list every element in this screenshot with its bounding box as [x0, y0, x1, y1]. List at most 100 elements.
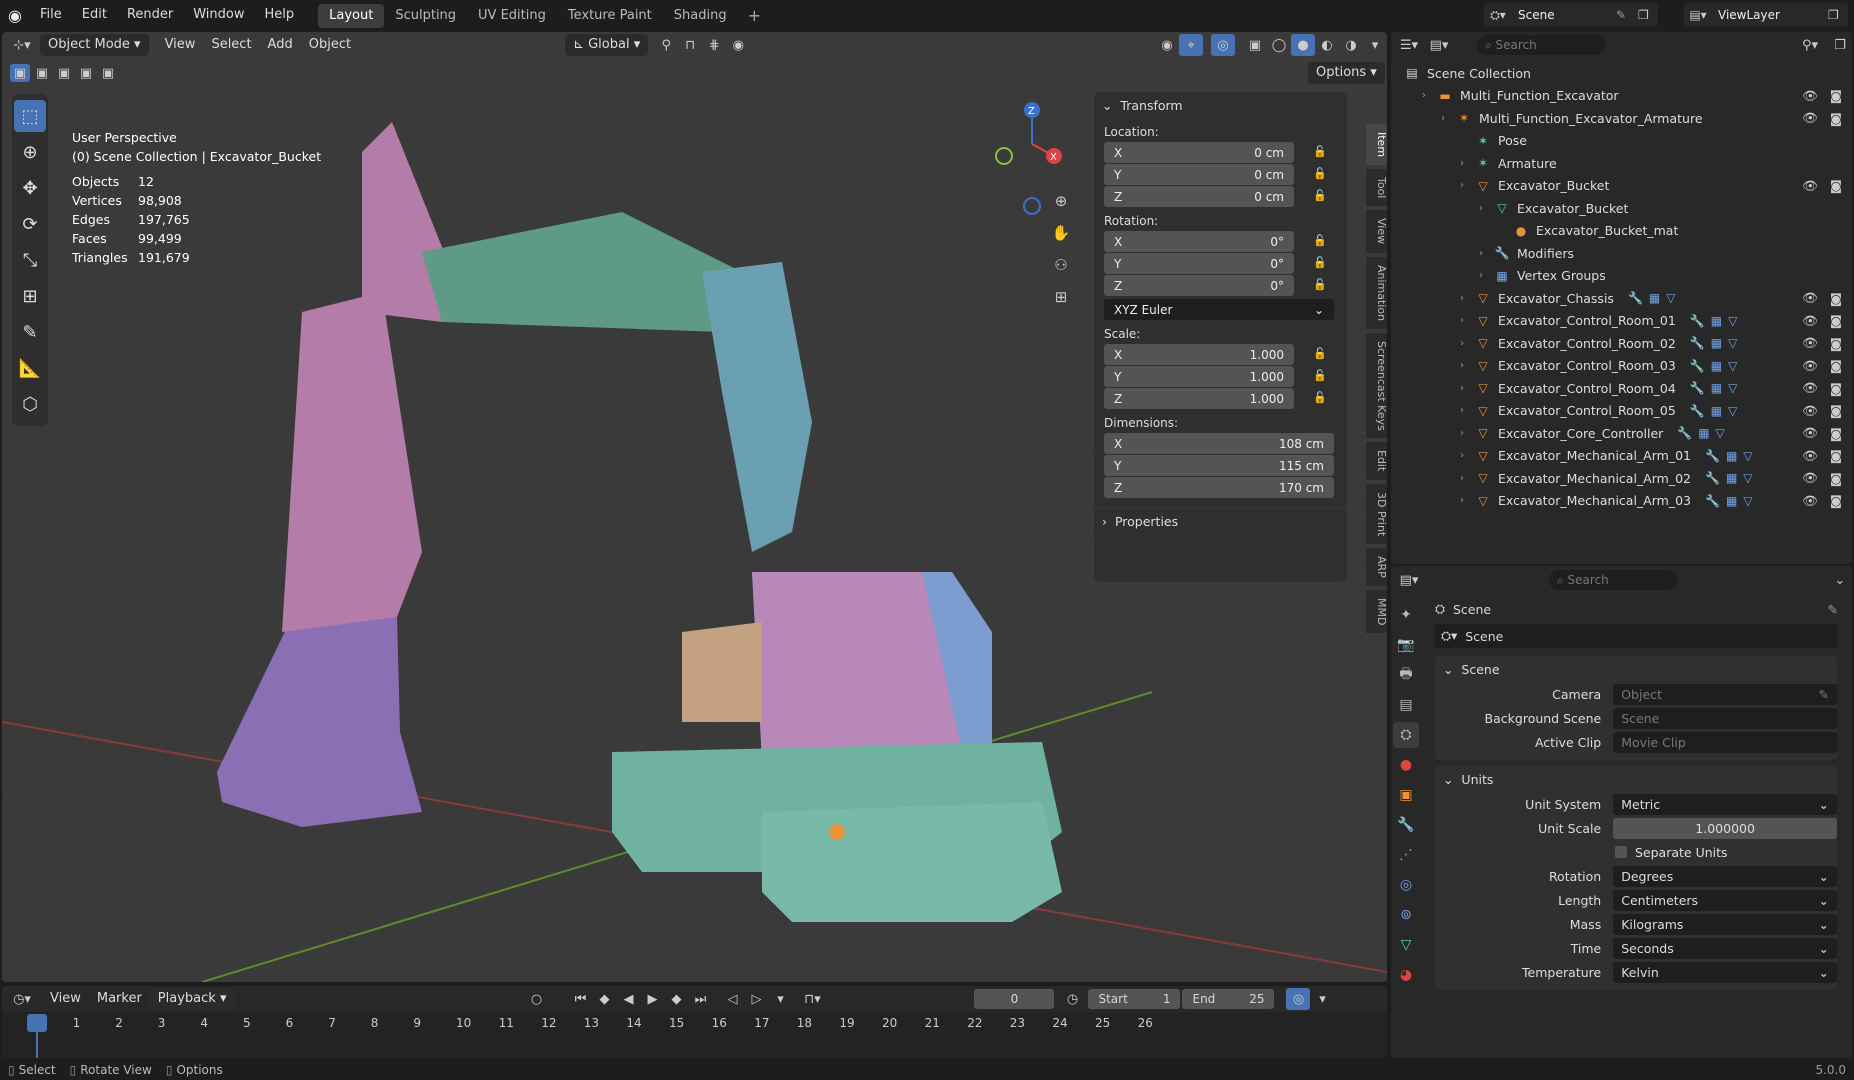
mode-dropdown[interactable]: Object Mode ▾	[40, 34, 149, 56]
render-camera-icon[interactable]: ◙	[1830, 403, 1842, 418]
render-camera-icon[interactable]: ◙	[1830, 111, 1842, 126]
lock-icon[interactable]: 🔓	[1313, 145, 1327, 158]
render-camera-icon[interactable]: ◙	[1830, 448, 1842, 463]
timeline-menu-marker[interactable]: Marker	[89, 988, 150, 1010]
location-y-field[interactable]: Y0 cm	[1104, 164, 1294, 185]
start-frame-field[interactable]: Start 1	[1088, 989, 1181, 1009]
separate-units-checkbox[interactable]	[1615, 846, 1627, 858]
expand-arrow-icon[interactable]: ›	[1460, 450, 1474, 461]
scale-y-field[interactable]: Y 1.000	[1104, 366, 1294, 387]
scale-x-field[interactable]: X 1.000	[1104, 344, 1294, 365]
proportional-icon[interactable]: ◉	[726, 34, 750, 56]
outliner-row[interactable]: ● Excavator_Bucket_mat	[1391, 220, 1852, 243]
expand-arrow-icon[interactable]: ›	[1460, 315, 1474, 326]
rotation-mode-dropdown[interactable]: XYZ Euler ⌄	[1104, 299, 1334, 320]
outliner-row[interactable]: › ▽ Excavator_Core_Controller 👁 ◙ 🔧▦▽	[1391, 422, 1852, 445]
visibility-eye-icon[interactable]: 👁	[1802, 425, 1818, 441]
blender-logo-icon[interactable]: ◉	[0, 0, 30, 30]
timeline-overlay-options-icon[interactable]: ▾	[1310, 988, 1334, 1010]
tab-shading[interactable]: Shading	[663, 4, 738, 28]
expand-arrow-icon[interactable]: ›	[1460, 158, 1474, 169]
editor-type-icon[interactable]: ⊹▾	[10, 34, 34, 56]
outliner-editor-icon[interactable]: ☰▾	[1397, 34, 1421, 56]
properties-editor-icon[interactable]: ▤▾	[1397, 569, 1421, 591]
lock-icon[interactable]: 🔓	[1313, 278, 1327, 291]
outliner-row[interactable]: › ▽ Excavator_Control_Room_05 👁 ◙ 🔧▦▽	[1391, 400, 1852, 423]
render-camera-icon[interactable]: ◙	[1830, 178, 1842, 193]
active-clip-field[interactable]: Movie Clip	[1613, 731, 1837, 753]
expand-arrow-icon[interactable]: ›	[1441, 113, 1455, 124]
lock-icon[interactable]: 🔓	[1313, 391, 1327, 404]
gizmo-toggle-icon[interactable]: ⌖	[1179, 34, 1203, 56]
transform-header[interactable]: ⌄ Transform	[1094, 92, 1347, 118]
visibility-eye-icon[interactable]: 👁	[1802, 403, 1818, 419]
expand-arrow-icon[interactable]: ›	[1460, 428, 1474, 439]
lock-icon[interactable]: 🔓	[1313, 256, 1327, 269]
outliner-search-input[interactable]: ⌕ Search	[1477, 35, 1605, 55]
visibility-eye-icon[interactable]: 👁	[1802, 313, 1818, 329]
auto-keying-icon[interactable]: ⊓▾	[800, 988, 824, 1010]
expand-arrow-icon[interactable]: ›	[1460, 405, 1474, 416]
prev-frame-icon[interactable]: ◁	[720, 988, 744, 1010]
scene-collection-row[interactable]: ▤ Scene Collection	[1391, 62, 1852, 85]
modifier-tab-icon[interactable]: 🔧	[1393, 812, 1419, 838]
tab-texture-paint[interactable]: Texture Paint	[557, 4, 663, 28]
scale-z-field[interactable]: Z 1.000	[1104, 388, 1294, 409]
pivot-icon[interactable]: ⚲	[654, 34, 678, 56]
world-tab-icon[interactable]: ●	[1393, 752, 1419, 778]
play-icon[interactable]: ▶	[640, 988, 664, 1010]
unit-system-dropdown[interactable]: Metric ⌄	[1613, 793, 1837, 815]
tab-edit[interactable]: Edit	[1366, 442, 1387, 480]
outliner-row[interactable]: › ▽ Excavator_Control_Room_03 👁 ◙ 🔧▦▽	[1391, 355, 1852, 378]
units-section-header[interactable]: ⌄ Units	[1435, 766, 1837, 792]
expand-arrow-icon[interactable]: ›	[1460, 360, 1474, 371]
end-frame-field[interactable]: End 25	[1182, 989, 1275, 1009]
eyedropper-icon[interactable]: ✎	[1819, 687, 1829, 702]
outliner-row[interactable]: ✶ Pose	[1391, 130, 1852, 153]
expand-arrow-icon[interactable]: ›	[1479, 203, 1493, 214]
overlay-icon[interactable]: ◎	[1211, 34, 1235, 56]
properties-header[interactable]: › Properties	[1094, 508, 1347, 534]
render-camera-icon[interactable]: ◙	[1830, 426, 1842, 441]
visibility-eye-icon[interactable]: 👁	[1802, 178, 1818, 194]
outliner-row[interactable]: › ✶ Armature	[1391, 152, 1852, 175]
length-dropdown[interactable]: Centimeters ⌄	[1613, 889, 1837, 911]
play-options-icon[interactable]: ▾	[768, 988, 792, 1010]
render-camera-icon[interactable]: ◙	[1830, 471, 1842, 486]
scene-tab-icon[interactable]: ⛭	[1393, 722, 1419, 748]
new-viewlayer-icon[interactable]: ❐	[1828, 8, 1848, 22]
pin-icon[interactable]: ✎	[1616, 8, 1638, 22]
measure-tool-icon[interactable]: 📐	[14, 352, 46, 384]
temperature-dropdown[interactable]: Kelvin ⌄	[1613, 961, 1837, 983]
timeline-menu-view[interactable]: View	[42, 988, 89, 1010]
visibility-eye-icon[interactable]: 👁	[1802, 290, 1818, 306]
timeline-overlay-icon[interactable]: ◎	[1286, 988, 1311, 1010]
menu-edit[interactable]: Edit	[72, 0, 117, 30]
expand-arrow-icon[interactable]: ›	[1460, 180, 1474, 191]
tab-view[interactable]: View	[1366, 210, 1387, 253]
visibility-eye-icon[interactable]: 👁	[1802, 358, 1818, 374]
select-extend-icon[interactable]: ▣	[32, 64, 52, 82]
outliner-row[interactable]: › ▽ Excavator_Mechanical_Arm_03 👁 ◙ 🔧▦▽	[1391, 490, 1852, 513]
menu-help[interactable]: Help	[255, 0, 305, 30]
move-tool-icon[interactable]: ✥	[14, 172, 46, 204]
render-camera-icon[interactable]: ◙	[1830, 291, 1842, 306]
modifier-icons[interactable]: 🔧▦▽	[1690, 314, 1744, 328]
expand-arrow-icon[interactable]: ›	[1460, 473, 1474, 484]
outliner-row[interactable]: › ▽ Excavator_Control_Room_02 👁 ◙ 🔧▦▽	[1391, 332, 1852, 355]
lock-icon[interactable]: 🔓	[1313, 167, 1327, 180]
menu-view[interactable]: View	[157, 34, 204, 56]
modifier-icons[interactable]: 🔧▦▽	[1690, 381, 1744, 395]
background-scene-field[interactable]: Scene	[1613, 707, 1837, 729]
select-new-icon[interactable]: ▣	[10, 64, 30, 82]
camera-view-icon[interactable]: ⚇	[1048, 252, 1074, 278]
modifier-icons[interactable]: 🔧▦▽	[1690, 404, 1744, 418]
jump-start-icon[interactable]: ⏮	[568, 988, 592, 1010]
object-tab-icon[interactable]: ▣	[1393, 782, 1419, 808]
outliner-row[interactable]: › ▽ Excavator_Bucket 👁 ◙	[1391, 175, 1852, 198]
tab-uv-editing[interactable]: UV Editing	[467, 4, 557, 28]
visibility-icon[interactable]: ◉	[1155, 34, 1179, 56]
menu-window[interactable]: Window	[183, 0, 254, 30]
pin-icon[interactable]: ✎	[1828, 602, 1838, 617]
render-camera-icon[interactable]: ◙	[1830, 381, 1842, 396]
